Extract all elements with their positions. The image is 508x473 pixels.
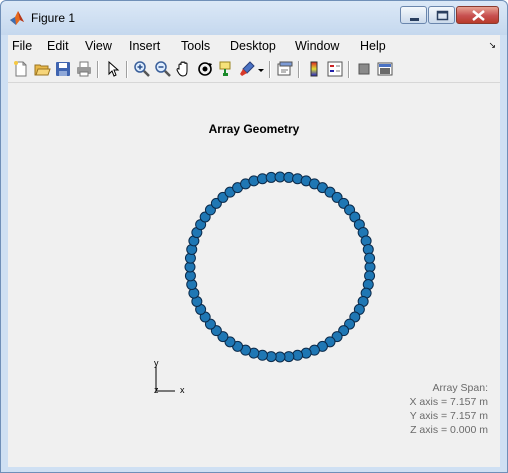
save-icon[interactable] — [54, 60, 72, 78]
print-icon[interactable] — [75, 60, 93, 78]
menu-insert[interactable]: Insert — [129, 39, 160, 53]
minimize-button[interactable] — [400, 6, 427, 24]
brush-icon[interactable] — [238, 60, 256, 78]
figure-toolbar — [8, 56, 500, 83]
new-figure-icon[interactable] — [12, 60, 30, 78]
span-y-text: Y axis = 7.157 m — [409, 410, 488, 422]
zoom-in-icon[interactable] — [133, 60, 151, 78]
rotate-3d-icon[interactable] — [196, 60, 214, 78]
zoom-out-icon[interactable] — [154, 60, 172, 78]
hide-plot-tools-icon[interactable] — [355, 60, 373, 78]
figure-canvas[interactable]: Array Geometry y x z Array Span: X axis … — [8, 83, 500, 467]
title-bar[interactable]: Figure 1 — [1, 1, 507, 35]
minimize-icon — [410, 18, 419, 21]
close-icon — [472, 10, 485, 21]
figure-window: Figure 1 File Edit View Insert Tools Des… — [0, 0, 508, 473]
maximize-icon — [436, 10, 449, 21]
menu-file[interactable]: File — [12, 39, 32, 53]
toolbar-separator — [298, 61, 300, 78]
span-z-text: Z axis = 0.000 m — [410, 424, 488, 436]
pointer-icon[interactable] — [104, 60, 122, 78]
menu-tools[interactable]: Tools — [181, 39, 210, 53]
window-title: Figure 1 — [31, 11, 76, 25]
span-x-text: X axis = 7.157 m — [409, 396, 489, 408]
menu-desktop[interactable]: Desktop — [230, 39, 276, 53]
toolbar-separator — [126, 61, 128, 78]
toolbar-separator — [269, 61, 271, 78]
menu-edit[interactable]: Edit — [47, 39, 69, 53]
link-plot-icon[interactable] — [276, 60, 294, 78]
axis-z-label: z — [154, 385, 159, 395]
axis-y-label: y — [154, 358, 159, 368]
data-cursor-icon[interactable] — [217, 60, 235, 78]
brush-dropdown-icon[interactable] — [256, 60, 266, 78]
close-button[interactable] — [456, 6, 499, 24]
colorbar-icon[interactable] — [305, 60, 323, 78]
matlab-icon — [10, 11, 24, 25]
span-heading: Array Span: — [432, 382, 488, 394]
show-plot-tools-icon[interactable] — [376, 60, 394, 78]
menu-view[interactable]: View — [85, 39, 112, 53]
toolbar-separator — [97, 61, 99, 78]
maximize-button[interactable] — [428, 6, 455, 24]
menu-window[interactable]: Window — [295, 39, 339, 53]
array-element-marker — [364, 252, 376, 264]
legend-icon[interactable] — [326, 60, 344, 78]
axis-x-label: x — [180, 385, 185, 395]
figure-client-area: File Edit View Insert Tools Desktop Wind… — [8, 35, 500, 467]
toolbar-separator — [348, 61, 350, 78]
menu-overflow-icon[interactable]: ↘ — [488, 40, 496, 51]
menu-bar: File Edit View Insert Tools Desktop Wind… — [8, 35, 500, 56]
pan-icon[interactable] — [175, 60, 193, 78]
menu-help[interactable]: Help — [360, 39, 386, 53]
open-file-icon[interactable] — [33, 60, 51, 78]
